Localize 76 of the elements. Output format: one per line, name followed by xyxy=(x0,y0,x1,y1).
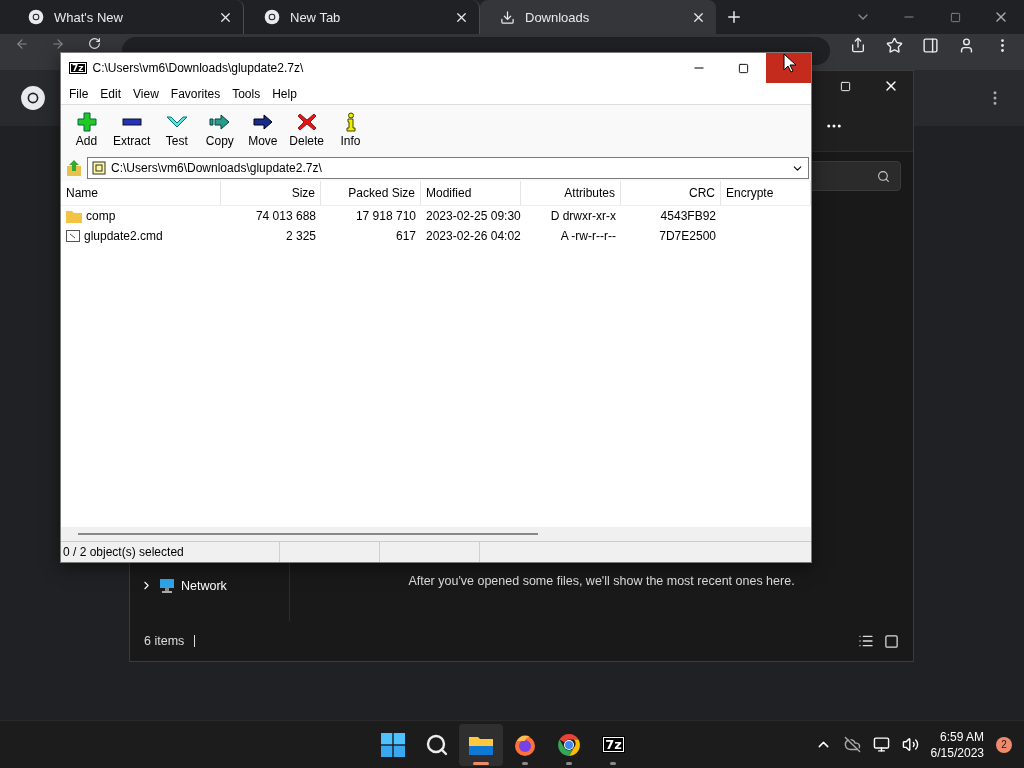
cloud-off-icon[interactable] xyxy=(843,736,861,753)
notification-badge[interactable]: 2 xyxy=(996,736,1012,753)
scrollbar-thumb[interactable] xyxy=(78,533,538,535)
column-header[interactable]: Encrypte xyxy=(721,181,811,205)
share-icon[interactable] xyxy=(850,37,866,53)
table-cell-text: 74 013 688 xyxy=(254,209,317,223)
toolbar-button[interactable]: Test xyxy=(155,112,199,148)
forward-icon[interactable] xyxy=(51,37,65,51)
item-count: 6 items xyxy=(144,634,185,648)
column-header[interactable]: CRC xyxy=(621,181,721,205)
table-cell-text: 2023-02-25 09:30 xyxy=(425,209,521,223)
toolbar-button[interactable]: Info xyxy=(329,112,373,148)
menu-item[interactable]: Edit xyxy=(94,86,128,101)
network-icon xyxy=(159,578,175,593)
column-header[interactable]: Size xyxy=(221,181,321,205)
up-folder-icon[interactable] xyxy=(65,159,83,177)
restore-icon[interactable] xyxy=(949,11,961,23)
table-cell-text: 4543FB92 xyxy=(659,209,717,223)
table-cell-text: 17 918 710 xyxy=(354,209,417,223)
column-header[interactable]: Attributes xyxy=(521,181,621,205)
clock[interactable]: 6:59 AM 6/15/2023 xyxy=(930,728,984,761)
details-view-icon[interactable] xyxy=(858,633,874,649)
search-icon[interactable] xyxy=(424,732,449,757)
table-cell-text: D drwxr-xr-x xyxy=(549,209,617,223)
preview-view-icon[interactable] xyxy=(884,633,899,649)
nav-label: Network xyxy=(181,578,227,593)
chrome-icon xyxy=(556,732,581,757)
arrow-right-icon xyxy=(207,112,232,132)
archive-icon xyxy=(92,161,106,175)
menu-item[interactable]: Help xyxy=(266,86,303,101)
table-cell-text: 2 325 xyxy=(284,229,317,243)
network-icon[interactable] xyxy=(872,736,890,753)
table-cell-text: 7D7E2500 xyxy=(658,229,717,243)
table-cell: comp xyxy=(61,209,221,223)
table-cell-text: 2023-02-26 04:02 xyxy=(425,229,521,243)
chrome-icon xyxy=(28,9,44,25)
column-header[interactable]: Name xyxy=(61,181,221,205)
script-file-icon xyxy=(66,229,80,243)
new-tab-icon[interactable] xyxy=(725,8,743,26)
menu-item[interactable]: View xyxy=(127,86,165,101)
plus-icon xyxy=(74,112,99,132)
volume-icon[interactable] xyxy=(901,736,919,753)
toolbar-button[interactable]: Copy xyxy=(198,112,242,148)
column-header[interactable]: Modified xyxy=(421,181,521,205)
path-field[interactable]: C:\Users\vm6\Downloads\glupdate2.7z\ xyxy=(87,157,809,179)
download-icon xyxy=(500,9,515,25)
toolbar-button[interactable]: Extract xyxy=(108,112,156,148)
empty-state-message: After you've opened some files, we'll show the most recent ones here. xyxy=(408,574,795,588)
table-cell-text: A -rw-r--r-- xyxy=(559,229,617,243)
table-cell: glupdate2.cmd xyxy=(61,229,221,243)
browser-tab[interactable]: Downloads xyxy=(480,0,716,34)
menu-item[interactable]: Tools xyxy=(226,86,267,101)
mouse-pointer-icon xyxy=(783,53,797,73)
toolbar-button[interactable]: Delete xyxy=(284,112,330,148)
selection-status: 0 / 2 object(s) selected xyxy=(63,545,184,559)
bookmark-star-icon[interactable] xyxy=(885,37,903,54)
app-icon: 7z xyxy=(69,61,87,75)
maximize-icon[interactable] xyxy=(738,62,749,74)
side-panel-icon[interactable] xyxy=(921,37,939,54)
reload-icon[interactable] xyxy=(87,37,101,50)
chrome-logo-icon xyxy=(20,85,46,111)
table-cell-text: 617 xyxy=(394,229,417,243)
menu-item[interactable]: File xyxy=(63,86,95,101)
back-icon[interactable] xyxy=(15,37,29,51)
archiver-icon[interactable]: 7z xyxy=(602,735,625,754)
toolbar-button[interactable]: Add xyxy=(65,112,108,148)
folder-icon xyxy=(66,209,82,223)
toolbar-button[interactable]: Move xyxy=(241,112,285,148)
search-icon xyxy=(877,169,890,183)
menu-item[interactable]: Favorites xyxy=(164,86,227,101)
chrome-icon xyxy=(264,9,280,25)
windows-logo-icon[interactable] xyxy=(380,732,405,757)
arrow-right-icon xyxy=(250,112,275,132)
nav-item[interactable]: Network xyxy=(130,578,289,593)
window-title: C:\Users\vm6\Downloads\glupdate2.7z\ xyxy=(92,61,305,75)
column-header[interactable]: Packed Size xyxy=(321,181,421,205)
